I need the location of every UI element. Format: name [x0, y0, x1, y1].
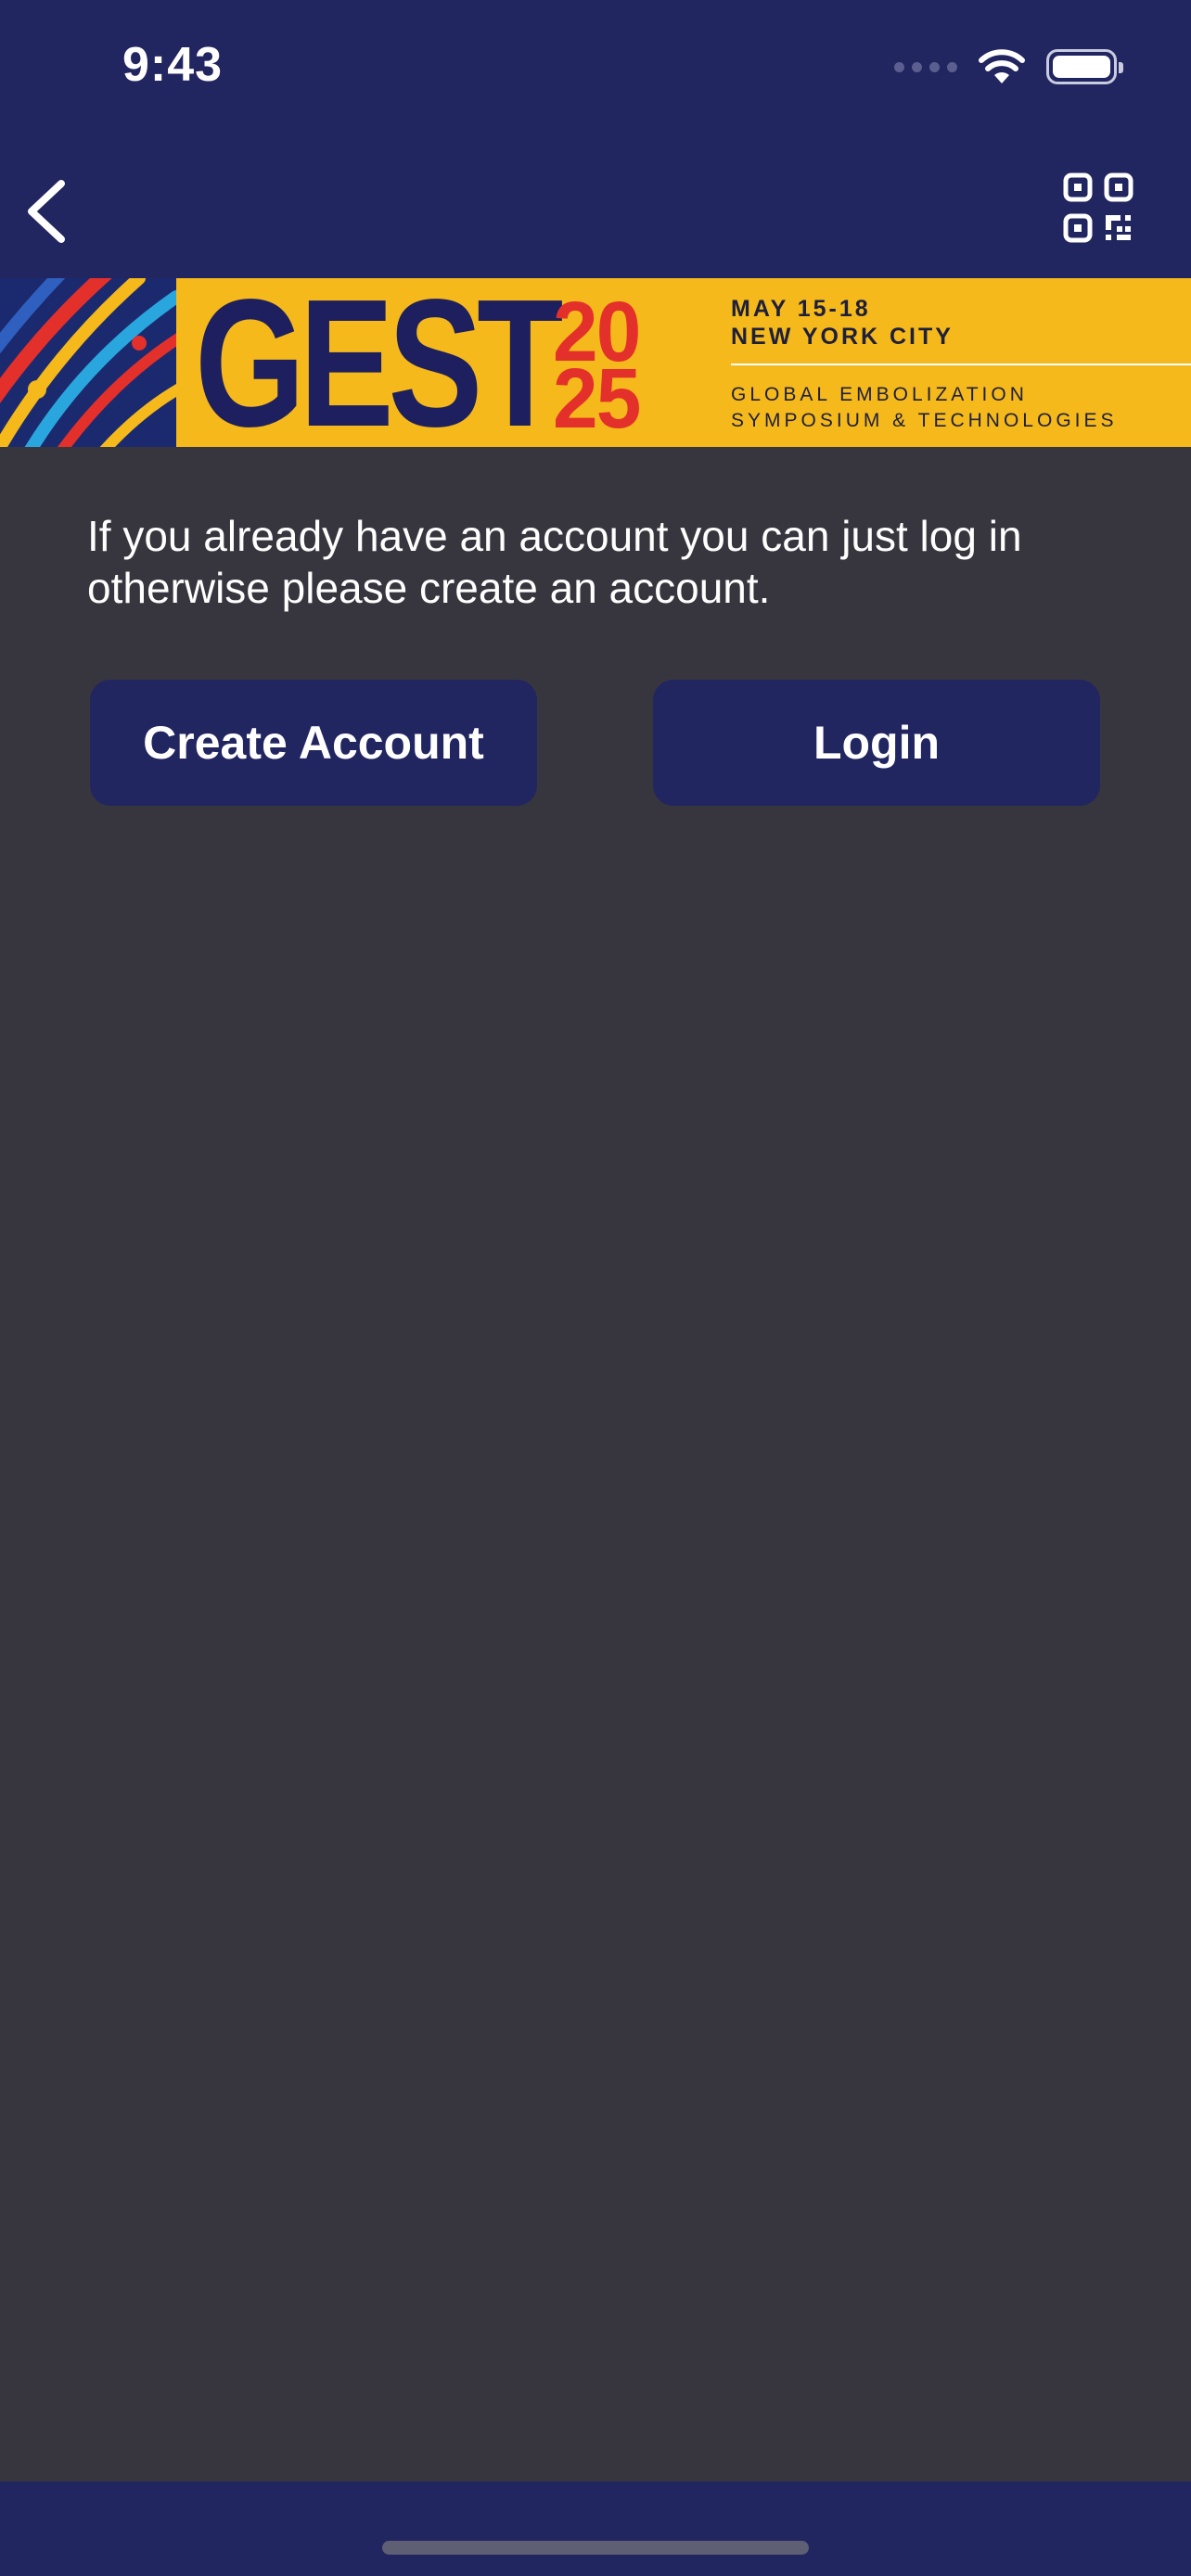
app-screen: 9:43 GEST 20 25 MAY 15-18 NEW YORK CITY …: [0, 0, 1191, 2576]
signal-dots-icon: [894, 61, 957, 72]
status-time: 9:43: [122, 38, 224, 92]
banner-subtitle: GLOBAL EMBOLIZATION SYMPOSIUM & TECHNOLO…: [731, 382, 1118, 434]
intro-text: If you already have an account you can j…: [87, 512, 1022, 612]
event-banner: GEST 20 25 MAY 15-18 NEW YORK CITY GLOBA…: [0, 278, 1191, 447]
bottom-bar: [0, 2481, 1191, 2576]
banner-artwork: [0, 278, 176, 447]
banner-dates: MAY 15-18 NEW YORK CITY: [731, 295, 954, 351]
banner-subtitle-line2: SYMPOSIUM & TECHNOLOGIES: [731, 410, 1118, 431]
banner-location: NEW YORK CITY: [731, 324, 954, 350]
status-icons: [894, 41, 1123, 93]
qr-scan-button[interactable]: [1063, 172, 1133, 243]
banner-title: GEST: [195, 278, 564, 447]
wifi-icon: [979, 49, 1025, 83]
create-account-button[interactable]: Create Account: [90, 680, 537, 806]
login-button[interactable]: Login: [653, 680, 1100, 806]
banner-divider: [731, 363, 1191, 365]
banner-year-bottom: 25: [553, 351, 641, 446]
chevron-left-icon: [28, 180, 65, 243]
banner-year: 20 25: [553, 289, 701, 446]
banner-subtitle-line1: GLOBAL EMBOLIZATION: [731, 384, 1028, 405]
battery-icon: [1046, 49, 1123, 84]
qr-code-icon: [1063, 172, 1133, 243]
top-bar: 9:43: [0, 0, 1191, 278]
back-button[interactable]: [19, 167, 83, 250]
home-indicator[interactable]: [382, 2541, 809, 2555]
banner-date-range: MAY 15-18: [731, 296, 871, 322]
